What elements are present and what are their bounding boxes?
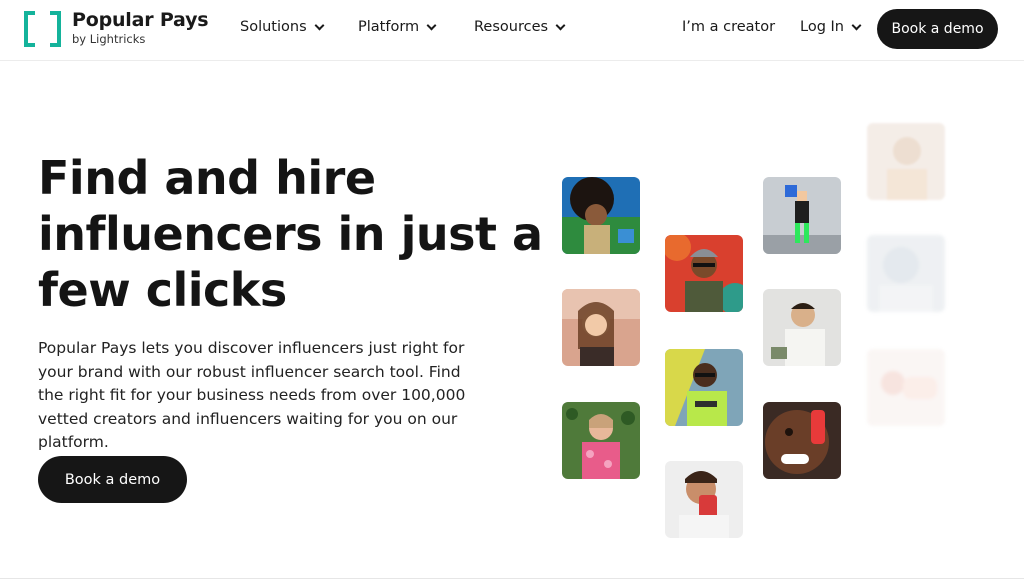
nav-resources[interactable]: Resources: [474, 19, 566, 35]
hero-description: Popular Pays lets you discover influence…: [38, 339, 466, 451]
nav-platform-label: Platform: [358, 19, 420, 35]
creator-link-label: I’m a creator: [682, 19, 776, 35]
creator-photo-faded-1: [867, 123, 945, 200]
nav-solutions[interactable]: Solutions: [240, 19, 325, 35]
hero-title-line: few clicks: [38, 263, 287, 317]
nav-solutions-label: Solutions: [240, 19, 307, 35]
login-menu[interactable]: Log In: [800, 19, 862, 35]
creator-photo-hair-woman: [562, 289, 640, 366]
brand-logo[interactable]: Popular Pays by Lightricks: [24, 8, 209, 48]
chevron-down-icon: [426, 20, 437, 30]
creator-photo-beanie-man: [665, 235, 743, 312]
creator-photo-sunglasses-man: [665, 349, 743, 426]
nav-resources-label: Resources: [474, 19, 549, 35]
hero-title: Find and hire influencers in just a few …: [38, 150, 543, 318]
creator-photo-lipstick-woman: [763, 402, 841, 479]
bracket-logo-icon: [24, 8, 64, 48]
creator-photo-seated-man: [763, 289, 841, 366]
creator-photo-drinking-man: [665, 461, 743, 538]
hero-title-line: Find and hire: [38, 151, 376, 205]
brand-name: Popular Pays: [72, 9, 209, 31]
login-label: Log In: [800, 19, 844, 35]
creator-photo-faded-2: [867, 235, 945, 312]
nav-platform[interactable]: Platform: [358, 19, 437, 35]
creator-photo-faded-3: [867, 349, 945, 426]
creator-photo-afro-woman: [562, 177, 640, 254]
hero-book-demo-button[interactable]: Book a demo: [38, 456, 187, 503]
brand-tagline: by Lightricks: [72, 32, 146, 46]
creator-photo-flag-woman: [763, 177, 841, 254]
site-header: Popular Pays by Lightricks Solutions Pla…: [0, 0, 1024, 61]
chevron-down-icon: [555, 20, 566, 30]
chevron-down-icon: [314, 20, 325, 30]
chevron-down-icon: [851, 20, 862, 30]
header-book-demo-button[interactable]: Book a demo: [877, 9, 998, 49]
creator-photo-flowers-woman: [562, 402, 640, 479]
hero-title-line: influencers in just a: [38, 207, 543, 261]
creator-link[interactable]: I’m a creator: [682, 19, 775, 35]
section-divider: [0, 578, 1024, 579]
